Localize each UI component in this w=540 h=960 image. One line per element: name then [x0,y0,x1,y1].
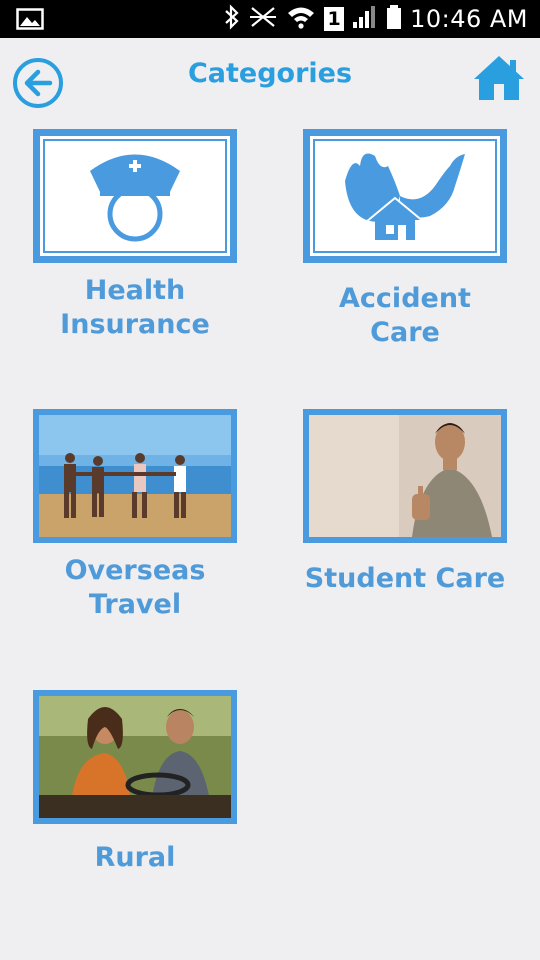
category-label: Student Care [300,562,510,596]
battery-icon [386,4,402,34]
category-frame [30,126,240,266]
category-overseas-travel[interactable]: Overseas Travel [30,406,240,622]
student-care-photo [303,409,507,543]
home-button[interactable] [472,52,526,104]
category-label-line: Student Care [304,563,506,594]
category-label-line: Rural [94,842,176,873]
category-frame [30,406,240,546]
status-time: 10:46 AM [410,5,528,33]
category-student-care[interactable]: Student Care [300,406,510,596]
gallery-notification-icon [16,8,44,34]
category-health-insurance[interactable]: Health Insurance [30,126,240,342]
status-bar: 1 10:46 AM [0,0,540,38]
house-icon [474,56,524,100]
category-label-line: Overseas [64,555,206,586]
page-title: Categories [187,58,353,89]
category-accident-care[interactable]: Accident Care [300,126,510,350]
signal-icon [352,5,378,33]
bluetooth-icon [224,4,240,34]
category-label-line: Travel [88,589,182,620]
category-frame [300,126,510,266]
sim-badge: 1 [324,7,345,31]
category-label-line: Insurance [60,309,210,340]
category-label-line: Health [84,275,186,306]
category-label: Rural [30,841,240,875]
category-rural[interactable]: Rural [30,687,240,875]
mute-icon [248,4,278,34]
category-label: Health Insurance [30,274,240,342]
category-label-line: Accident Care [339,283,471,348]
category-label: Overseas Travel [30,554,240,622]
overseas-travel-photo [33,409,237,543]
house-fire-icon [345,153,465,240]
rural-photo [33,690,237,824]
nurse-cap-icon [90,154,180,242]
app-header: Categories [0,38,540,120]
wifi-icon [286,4,316,34]
category-label: Accident Care [300,282,510,350]
category-frame [300,406,510,546]
category-frame [30,687,240,827]
